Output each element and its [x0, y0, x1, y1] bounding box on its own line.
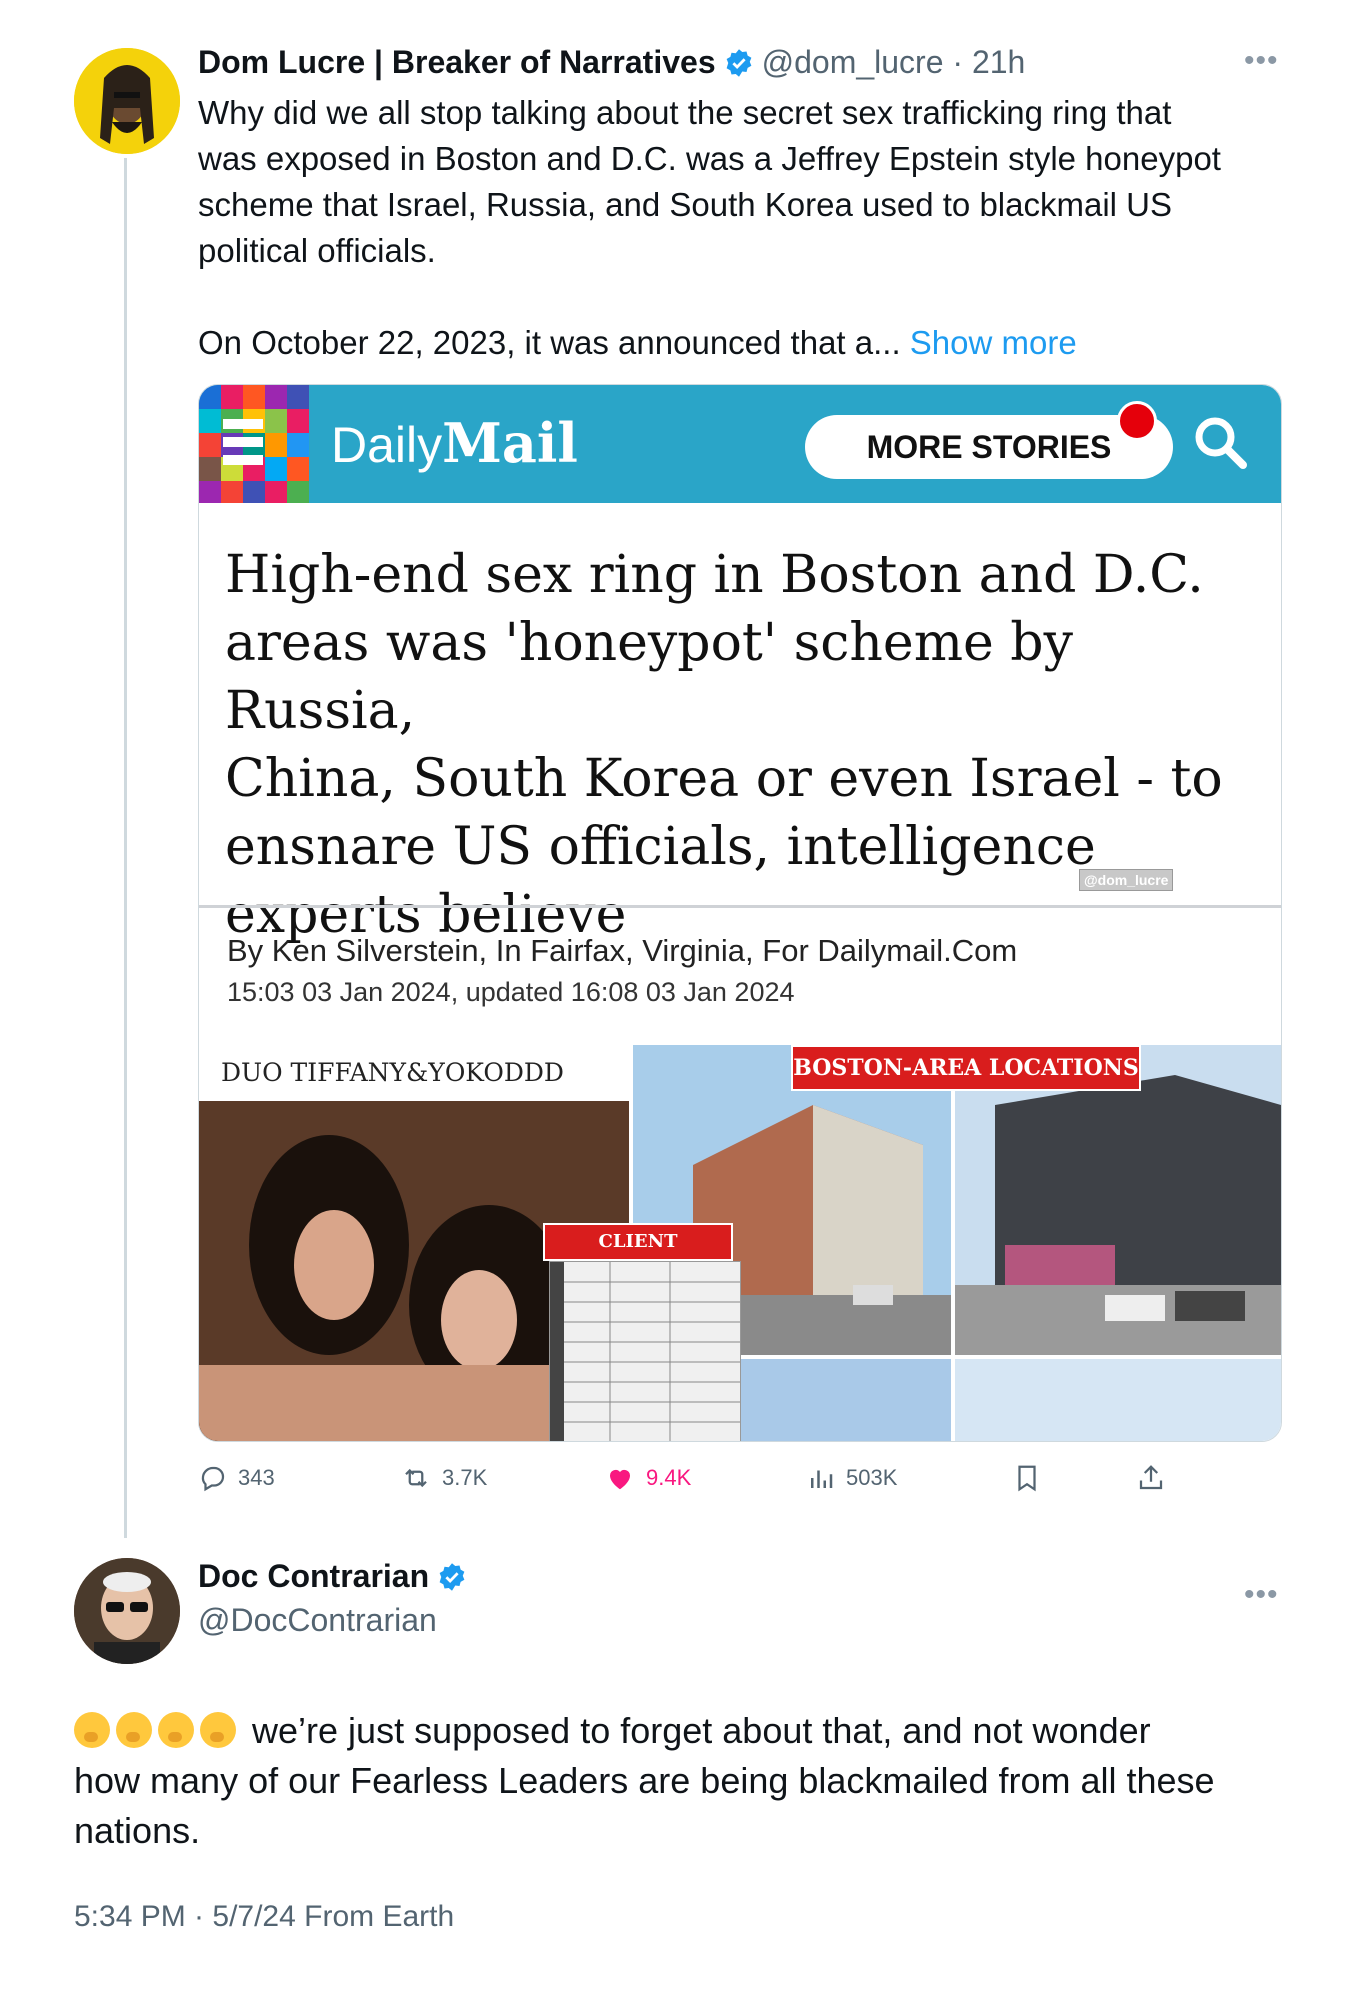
- headline-line: High-end sex ring in Boston and D.C.: [225, 545, 1204, 605]
- headline-line: areas was 'honeypot' scheme by Russia,: [225, 613, 1073, 741]
- tweet-text-line: Why did we all stop talking about the se…: [198, 94, 1172, 131]
- share-icon: [1139, 1465, 1163, 1490]
- repost-count: 3.7K: [442, 1465, 488, 1490]
- more-icon[interactable]: •••: [1244, 1578, 1279, 1612]
- reply-text-line: how many of our Fearless Leaders are bei…: [74, 1760, 1215, 1801]
- tweet-text-line: On October 22, 2023, it was announced th…: [198, 320, 1298, 366]
- reply-author-name[interactable]: Doc Contrarian: [198, 1558, 429, 1595]
- tweet-text-line: political officials.: [198, 232, 436, 269]
- main-tweet-header: Dom Lucre | Breaker of Narratives @dom_l…: [198, 44, 1025, 81]
- reply-text-line: we’re just supposed to forget about that…: [74, 1706, 1294, 1756]
- photo-building-2: [955, 1045, 1281, 1355]
- verified-badge-icon: [437, 1562, 467, 1592]
- author-name[interactable]: Dom Lucre | Breaker of Narratives: [198, 44, 716, 81]
- views-button[interactable]: 503K: [806, 1458, 897, 1498]
- search-icon: [1195, 417, 1247, 469]
- reply-text-line: nations.: [74, 1810, 201, 1851]
- reply-text: we’re just supposed to forget about that…: [252, 1710, 1151, 1751]
- article-dateline: 15:03 03 Jan 2024, updated 16:08 03 Jan …: [227, 977, 795, 1007]
- photo-label: BOSTON-AREA LOCATIONS: [791, 1045, 1141, 1091]
- views-count: 503K: [846, 1465, 898, 1490]
- reply-tweet-header: Doc Contrarian: [198, 1558, 467, 1595]
- divider: [199, 905, 1281, 908]
- like-icon: [610, 1469, 630, 1490]
- headline-line: China, South Korea or even Israel - to: [225, 749, 1223, 809]
- avatar-portrait: [74, 1558, 180, 1664]
- reply-icon: [201, 1466, 225, 1492]
- show-more-link[interactable]: Show more: [910, 324, 1077, 361]
- shushing-face-icon: [74, 1712, 110, 1748]
- photo-building-4: [955, 1359, 1281, 1441]
- bookmark-icon: [1018, 1465, 1036, 1492]
- tweet-media-image[interactable]: DailyMail MORE STORIES High-end sex ring…: [198, 384, 1282, 1442]
- notification-dot: [1117, 401, 1157, 441]
- like-button[interactable]: 9.4K: [604, 1458, 691, 1498]
- bookmark-button[interactable]: [1012, 1458, 1052, 1498]
- reply-author-handle[interactable]: @DocContrarian: [198, 1602, 437, 1639]
- repost-icon: [405, 1468, 427, 1488]
- tweet-text-truncated: On October 22, 2023, it was announced th…: [198, 324, 901, 361]
- more-icon[interactable]: •••: [1244, 44, 1279, 78]
- photo-label: CLIENT RECORDS: [543, 1223, 733, 1286]
- reply-tweet-body: we’re just supposed to forget about that…: [74, 1706, 1294, 1856]
- tweet-text-line: scheme that Israel, Russia, and South Ko…: [198, 186, 1172, 223]
- article-byline: By Ken Silverstein, In Fairfax, Virginia…: [227, 933, 1018, 968]
- reply-timestamp[interactable]: 5:34 PM · 5/7/24 From Earth: [74, 1900, 454, 1934]
- dailymail-color-grid-icon: [199, 385, 309, 503]
- dailymail-logo: DailyMail: [331, 411, 578, 475]
- shushing-face-icon: [116, 1712, 152, 1748]
- views-icon: [811, 1470, 833, 1488]
- reply-button[interactable]: 343: [198, 1458, 275, 1498]
- watermark: @dom_lucre: [1079, 869, 1174, 891]
- shushing-face-icon: [200, 1712, 236, 1748]
- tweet-text-line: was exposed in Boston and D.C. was a Jef…: [198, 140, 1221, 177]
- thread-line: [124, 158, 127, 1538]
- photo-collage: DUO TIFFANY&YOKODDD BOSTON-AREA LOCATION…: [199, 1045, 1281, 1441]
- tweet-time[interactable]: 21h: [972, 44, 1025, 81]
- reply-author-avatar[interactable]: [74, 1558, 180, 1664]
- author-handle[interactable]: @dom_lucre: [762, 44, 944, 81]
- avatar-portrait: [74, 48, 180, 154]
- repost-button[interactable]: 3.7K: [400, 1458, 487, 1498]
- author-avatar[interactable]: [74, 48, 180, 154]
- shushing-face-icon: [158, 1712, 194, 1748]
- client-records-document: [549, 1261, 741, 1441]
- main-tweet-body: Why did we all stop talking about the se…: [198, 90, 1298, 366]
- separator-dot: ·: [943, 44, 972, 80]
- reply-count: 343: [238, 1465, 275, 1490]
- share-button[interactable]: [1136, 1458, 1176, 1498]
- dailymail-header-bar: DailyMail MORE STORIES: [199, 385, 1281, 503]
- verified-badge-icon: [724, 48, 754, 78]
- like-count: 9.4K: [646, 1465, 692, 1490]
- photo-label: DUO TIFFANY&YOKODDD: [199, 1045, 629, 1101]
